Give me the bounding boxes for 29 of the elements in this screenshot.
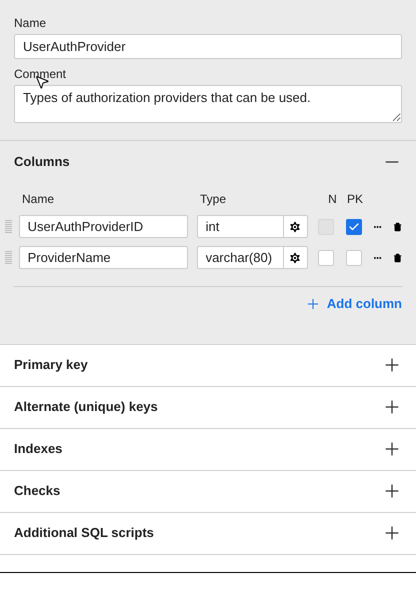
field-label: Comment (14, 67, 68, 81)
section-title: Checks (14, 482, 60, 500)
section-title: Columns (14, 153, 70, 172)
checkbox[interactable] (318, 250, 334, 266)
section-title: Primary key (14, 356, 88, 374)
checkbox[interactable] (346, 250, 362, 266)
section-title: Indexes (14, 440, 62, 458)
column-header: Type (200, 191, 228, 208)
gear-icon (288, 220, 302, 234)
drag-handle-icon[interactable] (5, 220, 12, 234)
column-name-field[interactable]: ProviderName (18, 246, 188, 269)
column-type-field[interactable]: int (196, 215, 284, 238)
column-name-field[interactable]: UserAuthProviderID (18, 215, 188, 238)
type-settings-button[interactable] (284, 215, 308, 238)
name-field[interactable]: UserAuthProvider (14, 34, 402, 59)
field-label: Name (14, 16, 48, 30)
section-title: Additional SQL scripts (14, 524, 154, 542)
column-header: PK (346, 191, 364, 208)
comment-field[interactable]: Types of authorization providers that can be used. (14, 85, 402, 123)
column-type-field[interactable]: varchar(80) (196, 246, 284, 269)
type-settings-button[interactable] (284, 246, 308, 269)
check-icon (348, 220, 360, 232)
gear-icon (288, 250, 302, 264)
column-header: N (327, 191, 338, 208)
checkbox[interactable] (346, 218, 362, 234)
column-header: Name (22, 191, 56, 208)
add-column-button[interactable]: Add column (304, 294, 402, 314)
section-title: Alternate (unique) keys (14, 398, 158, 416)
drag-handle-icon[interactable] (5, 250, 12, 264)
